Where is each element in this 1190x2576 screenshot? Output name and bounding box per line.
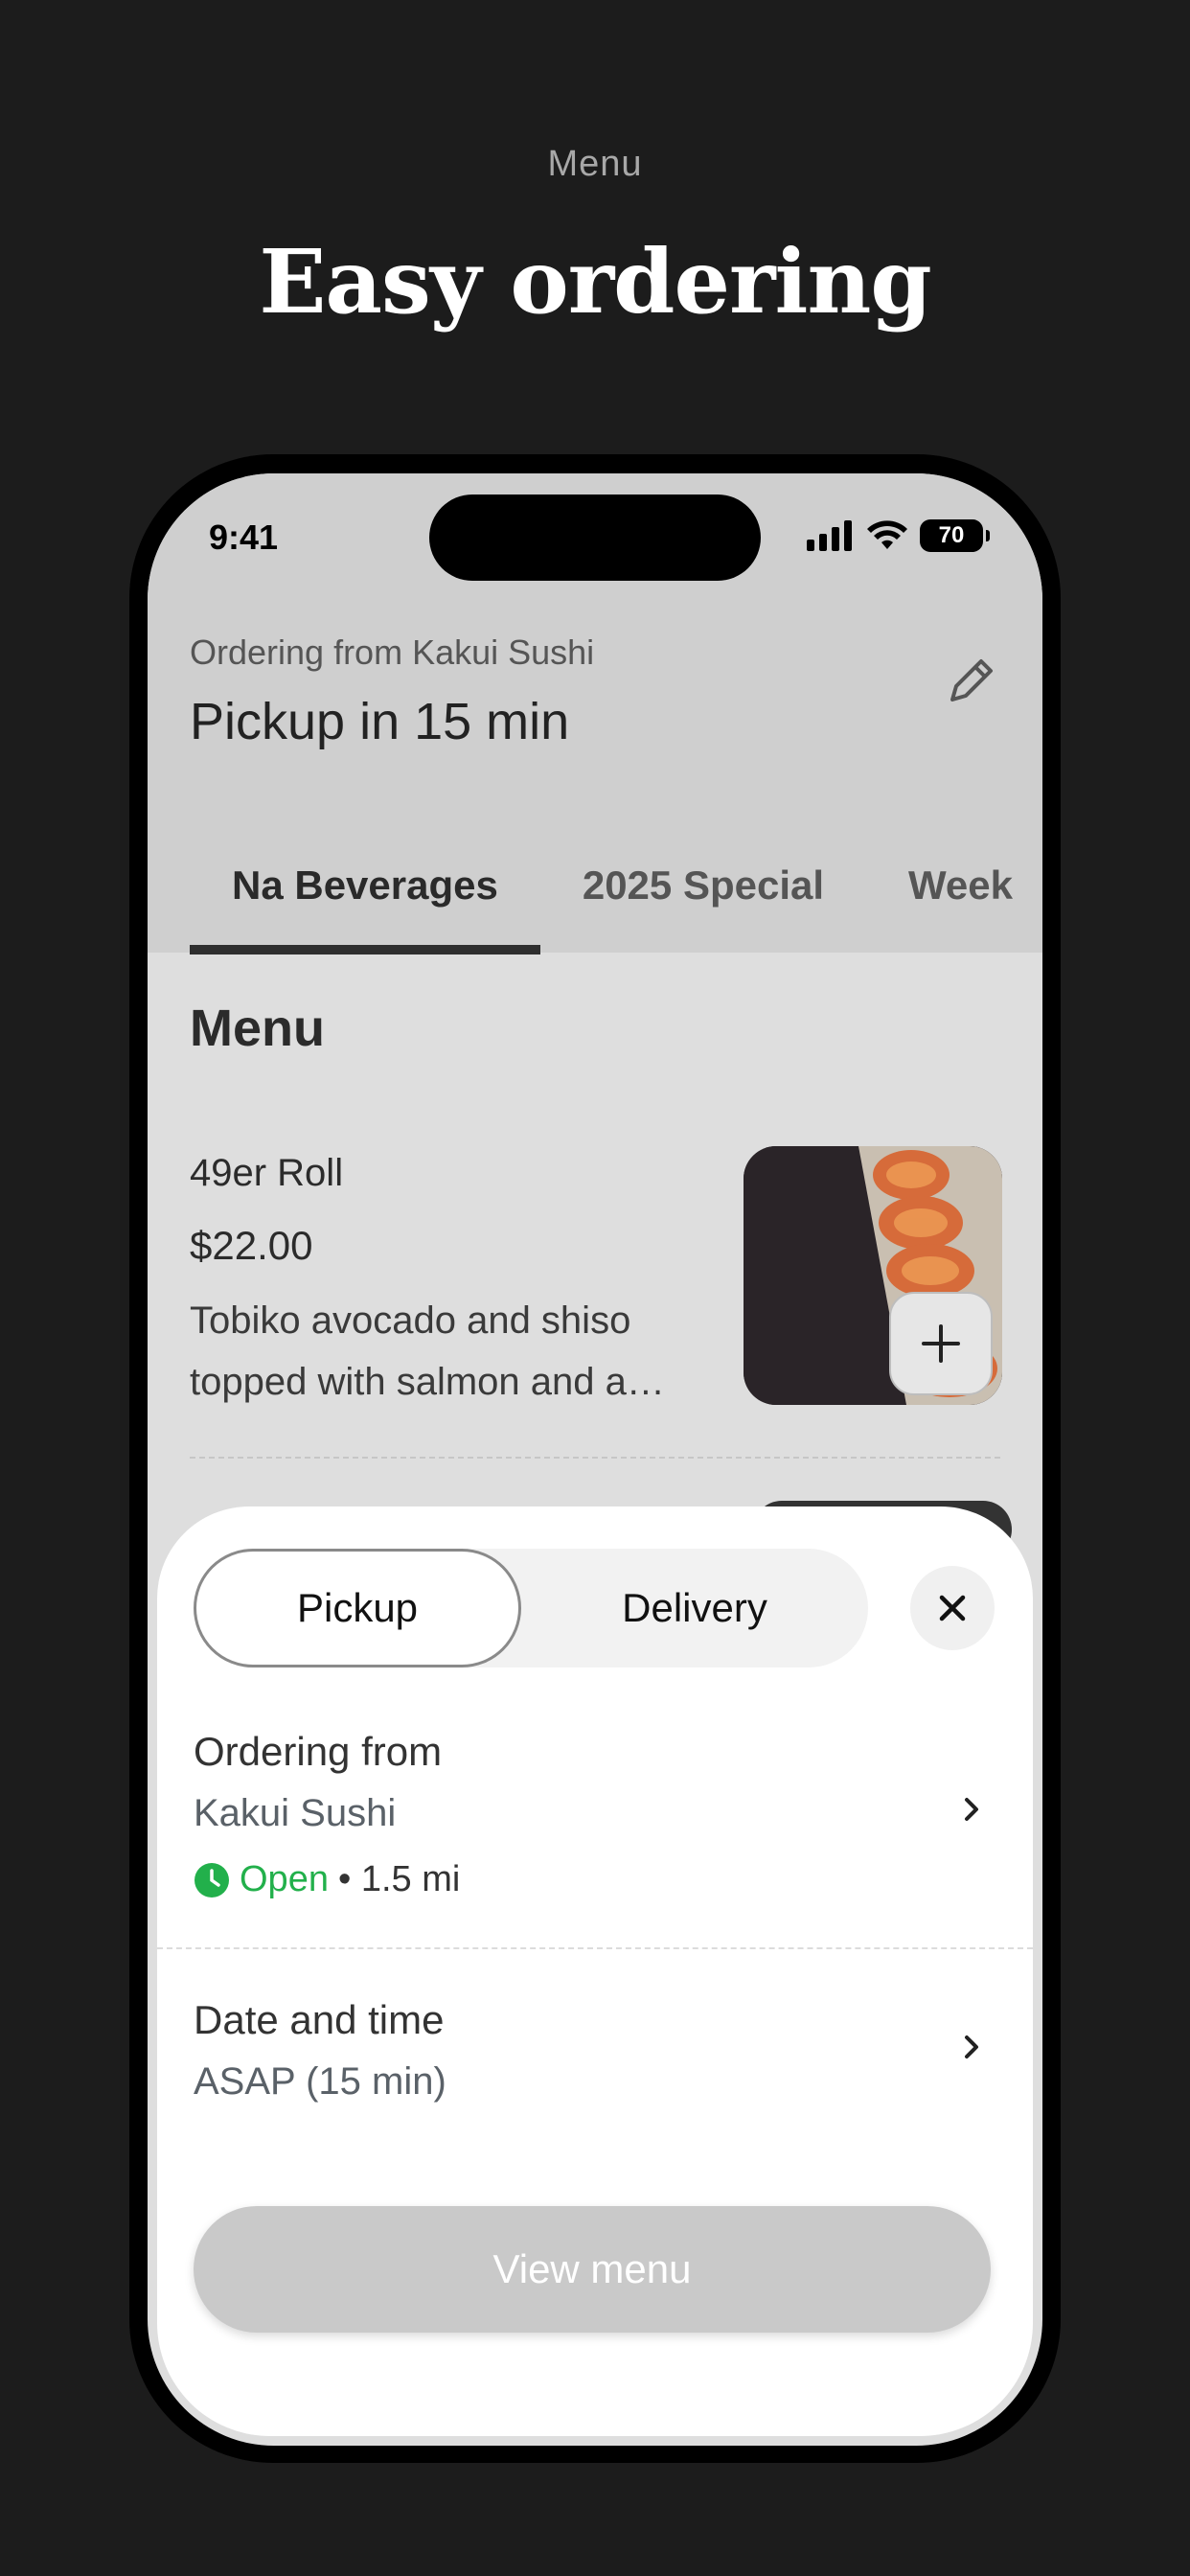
add-item-button[interactable] xyxy=(889,1292,993,1395)
close-icon xyxy=(939,1595,966,1622)
item-divider xyxy=(190,1457,1000,1459)
item-price: $22.00 xyxy=(190,1223,313,1268)
wifi-icon xyxy=(867,520,907,549)
promo-kicker: Menu xyxy=(547,144,643,184)
pickup-eta: Pickup in 15 min xyxy=(190,693,570,750)
pickup-option[interactable]: Pickup xyxy=(194,1549,521,1668)
open-status: Open xyxy=(240,1859,329,1899)
tab-2025-special[interactable]: 2025 Special xyxy=(540,828,866,945)
delivery-option[interactable]: Delivery xyxy=(521,1549,868,1668)
battery-level: 70 xyxy=(938,522,965,548)
close-button[interactable] xyxy=(910,1566,995,1650)
menu-heading: Menu xyxy=(190,1000,325,1057)
chevron-right-icon xyxy=(965,2036,978,2058)
view-menu-button[interactable]: View menu xyxy=(194,2206,991,2333)
status-time: 9:41 xyxy=(209,518,279,557)
plus-icon xyxy=(922,1324,960,1363)
order-header: 9:41 70 Ordering from Kakui Sushi Pickup… xyxy=(148,473,1042,954)
tab-week[interactable]: Week xyxy=(866,828,1042,945)
item-description: Tobiko avocado and shiso topped with sal… xyxy=(190,1300,665,1403)
date-time-value: ASAP (15 min) xyxy=(194,2060,446,2103)
phone-screen: 9:41 70 Ordering from Kakui Sushi Pickup… xyxy=(148,473,1042,2446)
category-tabs: Na Beverages 2025 Special Week xyxy=(190,828,1042,954)
tab-na-beverages[interactable]: Na Beverages xyxy=(190,828,540,954)
battery-icon: 70 xyxy=(920,519,990,552)
date-time-title: Date and time xyxy=(194,1997,445,2042)
fulfillment-sheet: Pickup Delivery Ordering from Kakui Sush… xyxy=(157,1506,1033,2436)
fulfillment-mode-toggle: Pickup Delivery xyxy=(194,1549,868,1668)
signal-icon xyxy=(807,520,852,551)
status-icons: 70 xyxy=(807,519,990,552)
restaurant-status: Open • 1.5 mi xyxy=(194,1859,460,1900)
distance: • 1.5 mi xyxy=(337,1859,461,1899)
chevron-right-icon xyxy=(965,1798,978,1821)
dynamic-island xyxy=(429,494,761,581)
ordering-from-title: Ordering from xyxy=(194,1729,443,1774)
pencil-icon[interactable] xyxy=(943,652,1000,709)
clock-icon xyxy=(195,1862,229,1898)
promo-title: Easy ordering xyxy=(259,230,931,334)
item-name: 49er Roll xyxy=(190,1152,344,1194)
ordering-from-label: Ordering from Kakui Sushi xyxy=(190,632,595,672)
restaurant-name: Kakui Sushi xyxy=(194,1792,397,1834)
sheet-divider xyxy=(157,1947,1033,1949)
